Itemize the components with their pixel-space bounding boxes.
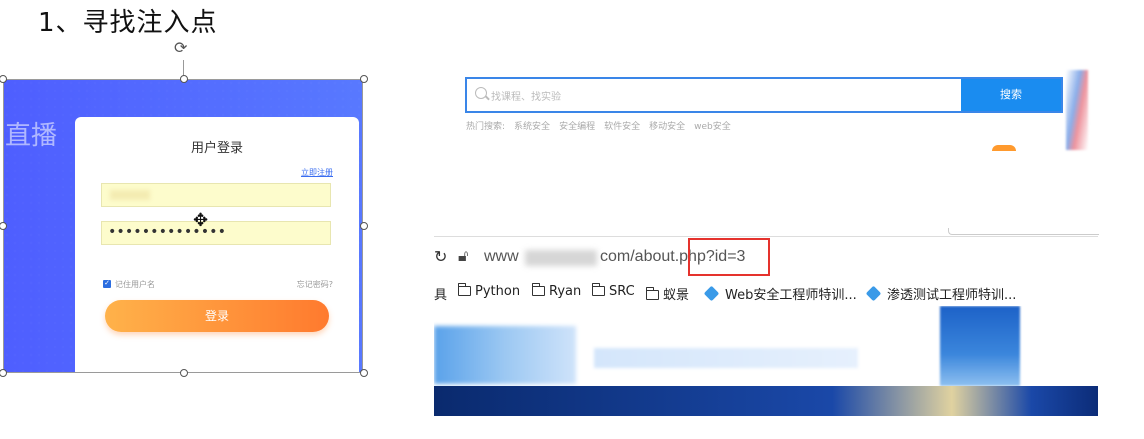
bookmark-item[interactable]: 蚁景 xyxy=(645,284,689,303)
folder-icon xyxy=(457,283,471,296)
banner-figure-redacted xyxy=(940,306,1020,386)
decorative-shape xyxy=(992,145,1016,151)
login-button[interactable]: 登录 xyxy=(105,300,329,332)
search-icon xyxy=(475,87,487,99)
folder-icon xyxy=(645,287,659,300)
insecure-lock-icon[interactable]: 🔓︎ xyxy=(458,246,468,266)
bookmark-item[interactable]: SRC xyxy=(591,283,635,299)
bookmarks-bar: 具 Python Ryan SRC 蚁景 Web安全工程师特训... 渗透测试工… xyxy=(434,280,1098,307)
url-prefix[interactable]: www xyxy=(484,248,519,266)
bookmark-item[interactable]: 具 xyxy=(434,284,447,303)
login-title: 用户登录 xyxy=(190,141,243,156)
diamond-icon xyxy=(865,285,882,302)
username-redacted xyxy=(110,190,150,200)
rotate-handle-icon[interactable]: ⟳ xyxy=(174,38,187,57)
hot-search-item[interactable]: 安全编程 xyxy=(559,122,595,132)
search-bar[interactable]: 找课程、找实验 搜索 xyxy=(465,77,1063,113)
slide-title: 1、寻找注入点 xyxy=(38,8,218,38)
folder-icon xyxy=(531,283,545,296)
site-logo-redacted xyxy=(434,326,576,384)
hot-search-item[interactable]: web安全 xyxy=(694,122,731,132)
injection-point-highlight xyxy=(688,238,770,276)
resize-handle-n[interactable] xyxy=(180,75,188,83)
resize-handle-sw[interactable] xyxy=(0,369,7,377)
login-card: 用户登录 立即注册 •••••••••••••• ✓ 记住用户名 忘记密码? 登… xyxy=(75,117,359,373)
register-link[interactable]: 立即注册 xyxy=(301,167,333,178)
resize-handle-s[interactable] xyxy=(180,369,188,377)
diamond-icon xyxy=(703,285,720,302)
search-input[interactable]: 找课程、找实验 xyxy=(491,88,561,103)
hot-search-label: 热门搜索: xyxy=(466,122,506,132)
hot-search-item[interactable]: 软件安全 xyxy=(604,122,640,132)
bookmark-item[interactable]: 渗透测试工程师特训... xyxy=(865,284,1016,303)
search-button[interactable]: 搜索 xyxy=(961,79,1061,111)
hot-search-item[interactable]: 系统安全 xyxy=(514,122,550,132)
resize-handle-ne[interactable] xyxy=(360,75,368,83)
resize-handle-e[interactable] xyxy=(360,222,368,230)
resize-handle-se[interactable] xyxy=(360,369,368,377)
panel-edge xyxy=(948,228,1099,235)
bookmark-item[interactable]: Ryan xyxy=(531,283,581,299)
site-name-redacted xyxy=(594,348,858,368)
bookmark-item[interactable]: Web安全工程师特训... xyxy=(703,284,857,303)
hot-search-row: 热门搜索: 系统安全 安全编程 软件安全 移动安全 web安全 xyxy=(466,119,740,132)
live-banner-text: 直播 xyxy=(5,121,58,151)
reload-icon[interactable]: ↻ xyxy=(434,247,447,266)
hot-search-item[interactable]: 移动安全 xyxy=(649,122,685,132)
login-screenshot[interactable]: 直播 用户登录 立即注册 •••••••••••••• ✓ 记住用户名 忘记密码… xyxy=(3,79,363,373)
decorative-graphic xyxy=(1066,70,1088,150)
move-cursor-icon: ✥ xyxy=(193,210,209,231)
banner-image xyxy=(434,386,1098,416)
username-field[interactable] xyxy=(101,183,331,207)
forgot-password-link[interactable]: 忘记密码? xyxy=(297,279,333,290)
password-field[interactable]: •••••••••••••• xyxy=(101,221,331,245)
bookmark-item[interactable]: Python xyxy=(457,283,520,299)
folder-icon xyxy=(591,283,605,296)
page-banner xyxy=(434,306,1098,416)
remember-checkbox[interactable]: ✓ xyxy=(103,280,111,288)
url-redacted xyxy=(525,250,597,266)
remember-label: 记住用户名 xyxy=(115,280,155,289)
